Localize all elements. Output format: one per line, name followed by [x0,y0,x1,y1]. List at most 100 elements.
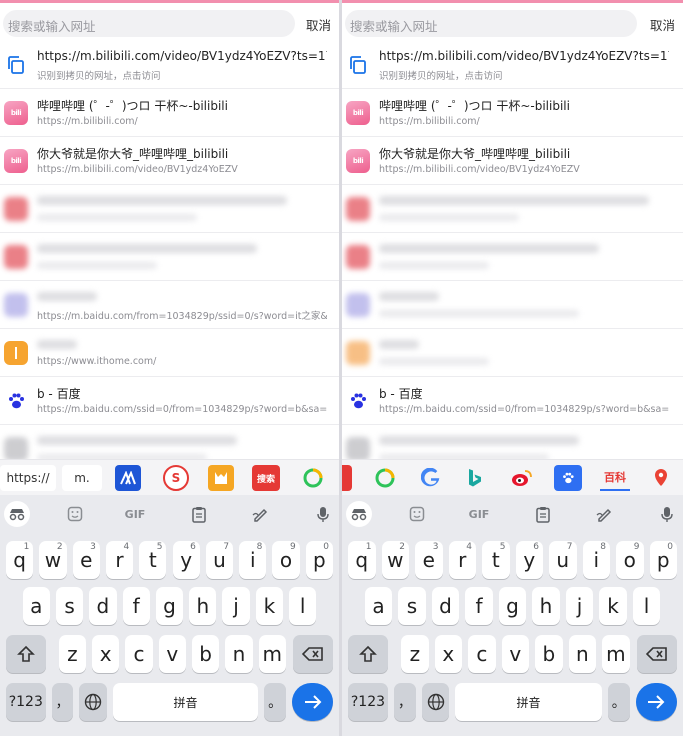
key-u[interactable]: u7 [549,541,577,579]
app-shortcut-icon[interactable] [208,465,234,491]
key-k[interactable]: k [255,587,284,625]
shift-key[interactable] [348,635,388,673]
key-d[interactable]: d [431,587,460,625]
cancel-button[interactable]: 取消 [306,15,331,34]
shift-key[interactable] [6,635,46,673]
key-x[interactable]: x [92,635,120,673]
key-y[interactable]: y6 [172,541,200,579]
language-key[interactable] [421,683,450,721]
period-key[interactable]: 。 [264,683,287,721]
sticker-icon[interactable] [404,501,430,527]
clipboard-icon[interactable] [530,501,556,527]
handwriting-icon[interactable] [247,501,273,527]
list-item[interactable] [342,281,683,329]
key-c[interactable]: c [468,635,496,673]
backspace-key[interactable] [293,635,333,673]
https-shortcut[interactable]: https:// [0,465,56,491]
key-v[interactable]: v [158,635,186,673]
incognito-icon[interactable] [346,501,372,527]
language-key[interactable] [79,683,107,721]
gif-button[interactable]: GIF [122,501,148,527]
enter-key[interactable] [635,683,677,721]
key-d[interactable]: d [89,587,117,625]
key-u[interactable]: u7 [205,541,234,579]
baike-shortcut[interactable]: 百科 [600,465,630,491]
list-item[interactable] [342,185,683,233]
list-item[interactable]: bili 你大爷就是你大爷_哔哩哔哩_bilibili https://m.bi… [342,137,683,185]
search-input[interactable]: 搜索或输入网址 [345,10,637,37]
key-w[interactable]: w2 [381,541,409,579]
key-m[interactable]: m [602,635,630,673]
comma-key[interactable]: ， [51,683,74,721]
key-z[interactable]: z [401,635,429,673]
key-e[interactable]: e3 [415,541,443,579]
key-t[interactable]: t5 [139,541,167,579]
list-item[interactable]: https://www.ithome.com/ [0,329,339,377]
key-r[interactable]: r4 [448,541,476,579]
clipboard-icon[interactable] [186,501,212,527]
comma-key[interactable]: ， [393,683,416,721]
google-icon[interactable] [418,465,444,491]
period-key[interactable]: 。 [607,683,630,721]
key-c[interactable]: c [125,635,153,673]
baidu-app-icon[interactable] [554,465,582,491]
maps-icon[interactable] [648,465,674,491]
enter-key[interactable] [292,683,333,721]
key-r[interactable]: r4 [105,541,134,579]
key-a[interactable]: a [364,587,393,625]
key-j[interactable]: j [565,587,594,625]
list-item[interactable] [342,329,683,377]
cancel-button[interactable]: 取消 [650,15,675,34]
key-i[interactable]: i8 [582,541,610,579]
key-t[interactable]: t5 [482,541,510,579]
key-b[interactable]: b [191,635,220,673]
key-f[interactable]: f [465,587,493,625]
search-shortcut[interactable]: 搜索 [252,465,280,491]
key-l[interactable]: l [632,587,661,625]
symbols-key[interactable]: ?123 [348,683,388,721]
list-item[interactable] [342,233,683,281]
microphone-icon[interactable] [654,501,680,527]
key-v[interactable]: v [501,635,530,673]
key-o[interactable]: o9 [616,541,644,579]
key-f[interactable]: f [122,587,150,625]
backspace-key[interactable] [637,635,677,673]
key-q[interactable]: q1 [348,541,376,579]
key-y[interactable]: y6 [515,541,543,579]
key-m[interactable]: m [258,635,286,673]
key-a[interactable]: a [22,587,50,625]
space-key[interactable]: 拼音 [455,683,602,721]
key-n[interactable]: n [568,635,597,673]
incognito-icon[interactable] [4,501,30,527]
key-p[interactable]: p0 [305,541,333,579]
key-s[interactable]: s [398,587,426,625]
list-item[interactable]: https://m.bilibili.com/video/BV1ydz4YoEZ… [342,41,683,89]
key-e[interactable]: e3 [72,541,100,579]
key-j[interactable]: j [222,587,250,625]
key-n[interactable]: n [225,635,253,673]
list-item[interactable] [0,185,339,233]
search-input[interactable]: 搜索或输入网址 [3,10,295,37]
key-q[interactable]: q1 [6,541,34,579]
key-w[interactable]: w2 [39,541,67,579]
key-g[interactable]: g [155,587,184,625]
key-z[interactable]: z [58,635,87,673]
list-item[interactable]: b - 百度 https://m.baidu.com/ssid=0/from=1… [0,377,339,425]
key-s[interactable]: s [55,587,84,625]
app-shortcut-icon[interactable] [300,465,326,491]
list-item[interactable]: https://m.baidu.com/from=1034829p/ssid=0… [0,281,339,329]
list-item[interactable]: bili 哔哩哔哩 (゜-゜)つロ 干杯~-bilibili https://m… [342,89,683,137]
key-x[interactable]: x [434,635,463,673]
list-item[interactable] [342,425,683,461]
list-item[interactable] [0,425,339,461]
app-shortcut-icon[interactable]: S [163,465,189,491]
key-p[interactable]: p0 [649,541,677,579]
key-h[interactable]: h [189,587,217,625]
app-shortcut-icon[interactable] [372,465,398,491]
bing-icon[interactable] [462,465,488,491]
key-h[interactable]: h [532,587,560,625]
key-i[interactable]: i8 [239,541,267,579]
key-l[interactable]: l [289,587,317,625]
list-item[interactable]: bili 哔哩哔哩 (゜-゜)つロ 干杯~-bilibili https://m… [0,89,339,137]
sticker-icon[interactable] [62,501,88,527]
